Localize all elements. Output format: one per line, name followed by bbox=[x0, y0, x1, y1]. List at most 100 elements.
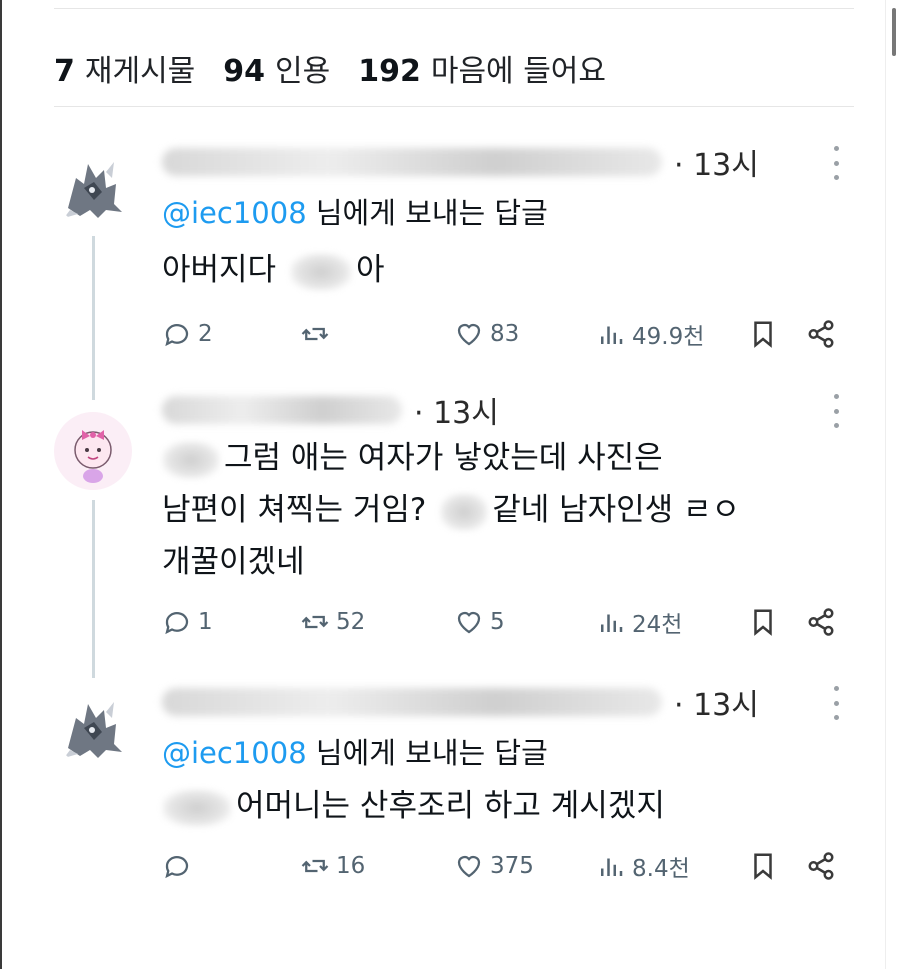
bar-chart-icon bbox=[601, 326, 623, 344]
repost-button[interactable]: 16 bbox=[300, 846, 365, 886]
reposts-count: 7 bbox=[54, 54, 75, 89]
blurred-username bbox=[162, 148, 662, 176]
reply-header: · 13시 bbox=[162, 388, 854, 432]
repost-button[interactable]: 52 bbox=[300, 602, 365, 642]
quotes-count: 94 bbox=[223, 54, 266, 89]
bookmark-icon bbox=[754, 853, 772, 880]
reply-to-handle[interactable]: @iec1008 bbox=[162, 736, 307, 770]
divider-stats bbox=[54, 106, 854, 107]
heart-icon bbox=[457, 323, 481, 346]
reply-text-line-2: 남편이 쳐찍는 거임? 같네 남자인생 ㄹㅇ bbox=[162, 484, 740, 536]
reply-time[interactable]: · 13시 bbox=[674, 140, 759, 184]
repost-arrows-icon bbox=[301, 615, 329, 629]
reply-button[interactable]: 2 bbox=[162, 314, 213, 354]
reply-text-part: 남편이 쳐찍는 거임? bbox=[162, 492, 437, 528]
like-button[interactable]: 375 bbox=[454, 846, 534, 886]
scrollbar-track[interactable] bbox=[885, 0, 900, 969]
repost-arrows-icon bbox=[301, 859, 329, 873]
more-vertical-icon[interactable] bbox=[832, 394, 840, 428]
replying-to: @iec1008 님에게 보내는 답글 bbox=[162, 730, 548, 772]
reply-text: 그럼 애는 여자가 낳았는데 사진은 bbox=[162, 432, 663, 484]
views-button[interactable]: 24천 bbox=[596, 602, 682, 642]
heart-icon bbox=[457, 611, 481, 634]
reply-text-line-3: 개꿀이겠네 bbox=[162, 536, 305, 588]
views-count: 49.9천 bbox=[632, 324, 705, 350]
reply-text-part: 아 bbox=[355, 252, 385, 288]
monster-avatar-icon bbox=[54, 148, 132, 226]
share-button[interactable] bbox=[806, 602, 836, 642]
reply-text-part: 아버지다 bbox=[162, 252, 286, 288]
blurred-username bbox=[162, 396, 402, 424]
reply-to-handle[interactable]: @iec1008 bbox=[162, 196, 307, 230]
bookmark-icon bbox=[754, 321, 772, 348]
censor-blur bbox=[162, 440, 220, 479]
repost-arrows-icon bbox=[301, 327, 329, 341]
pink-character-avatar-icon bbox=[54, 412, 132, 490]
bookmark-button[interactable] bbox=[748, 602, 778, 642]
views-count: 24천 bbox=[632, 612, 683, 638]
reply-header: · 13시 bbox=[162, 680, 854, 724]
repost-count: 52 bbox=[336, 609, 366, 635]
reply-actions: 2 83 49.9천 bbox=[162, 314, 882, 354]
bar-chart-icon bbox=[601, 858, 623, 876]
reply-text-part: 개꿀이겠네 bbox=[162, 544, 305, 580]
bookmark-button[interactable] bbox=[748, 314, 778, 354]
avatar-character[interactable] bbox=[54, 412, 132, 490]
like-count: 83 bbox=[490, 321, 520, 347]
views-button[interactable]: 8.4천 bbox=[596, 846, 690, 886]
quotes-label: 인용 bbox=[275, 54, 331, 89]
quotes-stat[interactable]: 94 인용 bbox=[223, 46, 330, 90]
heart-icon bbox=[457, 855, 481, 878]
reply-count: 2 bbox=[198, 321, 213, 347]
avatar-monster[interactable] bbox=[54, 688, 132, 766]
reply-3[interactable]: · 13시 @iec1008 님에게 보내는 답글 어머니는 산후조리 하고 계… bbox=[54, 680, 854, 890]
share-icon bbox=[808, 320, 834, 348]
speech-bubble-icon bbox=[165, 612, 189, 635]
like-button[interactable]: 83 bbox=[454, 314, 519, 354]
share-icon bbox=[808, 608, 834, 636]
bookmark-icon bbox=[754, 609, 772, 636]
reply-2[interactable]: · 13시 그럼 애는 여자가 낳았는데 사진은 남편이 쳐찍는 거임? 같네 … bbox=[54, 360, 854, 678]
censor-blur bbox=[440, 492, 489, 531]
blurred-username bbox=[162, 688, 662, 716]
reply-time[interactable]: · 13시 bbox=[414, 388, 499, 432]
likes-stat[interactable]: 192 마음에 들어요 bbox=[358, 46, 606, 90]
reply-to-suffix: 님에게 보내는 답글 bbox=[306, 736, 548, 770]
reply-text-part: 어머니는 산후조리 하고 계시겠지 bbox=[236, 788, 665, 824]
reply-count: 1 bbox=[198, 609, 213, 635]
post-stats: 7 재게시물 94 인용 192 마음에 들어요 bbox=[54, 40, 854, 96]
reply-actions: 1 52 5 24천 bbox=[162, 602, 882, 642]
more-vertical-icon[interactable] bbox=[832, 146, 840, 180]
reply-button[interactable] bbox=[162, 846, 198, 886]
reply-to-suffix: 님에게 보내는 답글 bbox=[306, 196, 548, 230]
reply-actions: 16 375 8.4천 bbox=[162, 846, 882, 886]
reply-text: 아버지다 아 bbox=[162, 244, 384, 296]
share-icon bbox=[808, 852, 834, 880]
like-count: 5 bbox=[490, 609, 505, 635]
speech-bubble-icon bbox=[165, 856, 189, 879]
divider-top bbox=[54, 8, 854, 9]
replying-to: @iec1008 님에게 보내는 답글 bbox=[162, 190, 548, 232]
likes-label: 마음에 들어요 bbox=[430, 54, 606, 89]
repost-button[interactable] bbox=[300, 314, 336, 354]
share-button[interactable] bbox=[806, 314, 836, 354]
like-count: 375 bbox=[490, 853, 534, 879]
reply-1[interactable]: · 13시 @iec1008 님에게 보내는 답글 아버지다 아 2 83 49… bbox=[54, 140, 854, 386]
reply-button[interactable]: 1 bbox=[162, 602, 213, 642]
bookmark-button[interactable] bbox=[748, 846, 778, 886]
like-button[interactable]: 5 bbox=[454, 602, 505, 642]
reply-time[interactable]: · 13시 bbox=[674, 680, 759, 724]
share-button[interactable] bbox=[806, 846, 836, 886]
speech-bubble-icon bbox=[165, 324, 189, 347]
avatar-monster[interactable] bbox=[54, 148, 132, 226]
left-frame-edge bbox=[0, 0, 2, 969]
views-button[interactable]: 49.9천 bbox=[596, 314, 704, 354]
bar-chart-icon bbox=[601, 614, 623, 632]
reply-header: · 13시 bbox=[162, 140, 854, 184]
likes-count: 192 bbox=[358, 54, 421, 89]
reposts-label: 재게시물 bbox=[84, 54, 196, 89]
thread-line-top bbox=[92, 360, 95, 400]
reposts-stat[interactable]: 7 재게시물 bbox=[54, 46, 195, 90]
scrollbar-thumb[interactable] bbox=[892, 8, 896, 56]
more-vertical-icon[interactable] bbox=[832, 686, 840, 720]
